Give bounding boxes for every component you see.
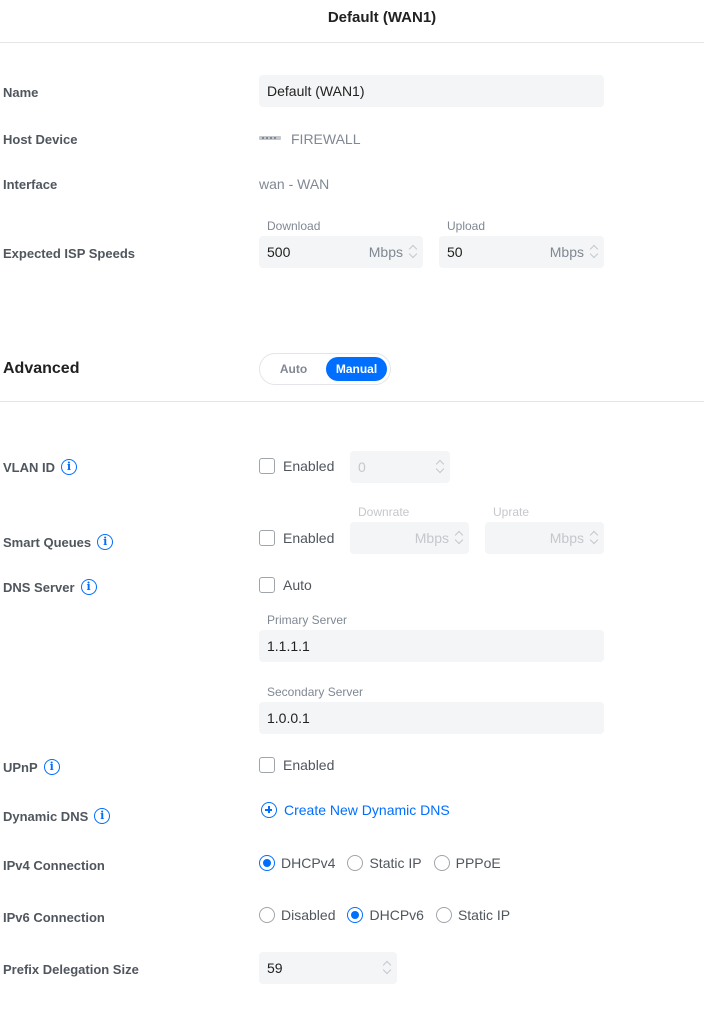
info-icon[interactable]: i xyxy=(61,459,77,475)
download-stepper[interactable] xyxy=(409,244,417,260)
uprate-stepper[interactable] xyxy=(590,530,598,546)
isp-speeds-label: Expected ISP Speeds xyxy=(3,246,135,261)
radio-button[interactable] xyxy=(259,855,275,871)
ipv4-option-static-ip[interactable]: Static IP xyxy=(347,855,422,871)
device-icon xyxy=(259,136,281,140)
upload-unit: Mbps xyxy=(549,244,584,260)
radio-button[interactable] xyxy=(259,907,275,923)
radio-label: DHCPv6 xyxy=(369,907,424,923)
prefix-delegation-label: Prefix Delegation Size xyxy=(3,962,139,977)
uprate-input[interactable]: Mbps xyxy=(485,522,604,554)
radio-button[interactable] xyxy=(433,855,450,871)
checkbox-box[interactable] xyxy=(259,530,275,546)
radio-label: PPPoE xyxy=(455,855,501,871)
host-device-label: Host Device xyxy=(3,132,78,147)
advanced-divider xyxy=(0,401,704,402)
upnp-label: UPnP i xyxy=(3,759,60,775)
checkbox-label: Enabled xyxy=(283,757,335,773)
interface-label: Interface xyxy=(3,177,58,192)
radio-button[interactable] xyxy=(347,907,364,923)
checkbox-box[interactable] xyxy=(259,757,275,773)
checkbox-label: Auto xyxy=(283,577,312,593)
ipv6-option-disabled[interactable]: Disabled xyxy=(259,907,335,923)
smart-queues-label-text: Smart Queues xyxy=(3,534,92,550)
header-divider xyxy=(0,42,704,43)
download-value: 500 xyxy=(267,244,291,260)
downrate-input[interactable]: Mbps xyxy=(350,522,469,554)
primary-server-input[interactable]: 1.1.1.1 xyxy=(259,630,604,662)
dns-server-label: DNS Server i xyxy=(3,579,97,595)
info-icon[interactable]: i xyxy=(94,808,111,824)
smart-queues-enabled-checkbox[interactable]: Enabled xyxy=(259,530,334,546)
ipv4-option-dhcpv4[interactable]: DHCPv4 xyxy=(259,855,335,871)
checkbox-label: Enabled xyxy=(283,530,335,546)
upload-label: Upload xyxy=(447,219,486,233)
ipv6-option-static-ip[interactable]: Static IP xyxy=(435,907,511,923)
plus-circle-icon xyxy=(261,802,277,818)
dns-server-label-text: DNS Server xyxy=(3,579,75,595)
downrate-unit: Mbps xyxy=(414,530,449,546)
vlan-id-input[interactable]: 0 xyxy=(350,451,450,483)
prefix-delegation-value: 59 xyxy=(267,960,283,976)
vlan-label-text: VLAN ID xyxy=(3,459,55,475)
upload-input[interactable]: 50 Mbps xyxy=(439,236,604,268)
dynamic-dns-label: Dynamic DNS i xyxy=(3,808,111,824)
ipv6-connection-label: IPv6 Connection xyxy=(3,910,105,925)
advanced-title: Advanced xyxy=(3,360,80,377)
download-unit: Mbps xyxy=(368,244,403,260)
radio-label: Disabled xyxy=(281,907,336,923)
info-icon[interactable]: i xyxy=(43,759,60,775)
radio-label: Static IP xyxy=(457,907,511,923)
host-device-value: FIREWALL xyxy=(259,131,361,147)
uprate-unit: Mbps xyxy=(549,530,584,546)
dynamic-dns-label-text: Dynamic DNS xyxy=(3,808,89,824)
upload-stepper[interactable] xyxy=(590,244,598,260)
checkbox-label: Enabled xyxy=(283,458,335,474)
primary-server-label: Primary Server xyxy=(267,613,348,627)
create-dynamic-dns-link[interactable]: Create New Dynamic DNS xyxy=(261,802,450,818)
radio-label: Static IP xyxy=(369,855,422,871)
checkbox-box[interactable] xyxy=(259,577,275,593)
advanced-mode-toggle[interactable]: Auto Manual xyxy=(259,353,391,385)
uprate-label: Uprate xyxy=(493,505,530,519)
host-device-name: FIREWALL xyxy=(291,131,361,147)
upload-value: 50 xyxy=(447,244,463,260)
interface-value: wan - WAN xyxy=(259,176,330,192)
radio-label: DHCPv4 xyxy=(281,855,336,871)
page-title: Default (WAN1) xyxy=(327,9,437,26)
download-input[interactable]: 500 Mbps xyxy=(259,236,423,268)
ipv6-radio-group: Disabled DHCPv6 Static IP xyxy=(259,907,522,923)
ipv4-connection-label: IPv4 Connection xyxy=(3,858,105,873)
ipv4-radio-group: DHCPv4 Static IP PPPoE xyxy=(259,855,513,871)
ipv4-option-pppoe[interactable]: PPPoE xyxy=(433,855,501,871)
create-dynamic-dns-label: Create New Dynamic DNS xyxy=(284,802,450,818)
downrate-label: Downrate xyxy=(358,505,410,519)
mode-manual-option[interactable]: Manual xyxy=(326,357,387,381)
vlan-enabled-checkbox[interactable]: Enabled xyxy=(259,458,334,474)
dns-auto-checkbox[interactable]: Auto xyxy=(259,577,312,593)
radio-button[interactable] xyxy=(435,907,452,923)
download-label: Download xyxy=(267,219,321,233)
info-icon[interactable]: i xyxy=(97,534,114,550)
mode-auto-option[interactable]: Auto xyxy=(263,357,324,381)
vlan-label: VLAN ID i xyxy=(3,459,77,475)
downrate-stepper[interactable] xyxy=(455,530,463,546)
prefix-stepper[interactable] xyxy=(383,960,391,976)
smart-queues-label: Smart Queues i xyxy=(3,534,114,550)
name-label: Name xyxy=(3,85,39,100)
info-icon[interactable]: i xyxy=(80,579,97,595)
upnp-enabled-checkbox[interactable]: Enabled xyxy=(259,757,334,773)
name-input[interactable]: Default (WAN1) xyxy=(259,75,604,107)
checkbox-box[interactable] xyxy=(259,458,275,474)
vlan-id-value: 0 xyxy=(358,459,366,475)
radio-button[interactable] xyxy=(347,855,364,871)
vlan-stepper[interactable] xyxy=(436,459,444,475)
prefix-delegation-input[interactable]: 59 xyxy=(259,952,397,984)
upnp-label-text: UPnP xyxy=(3,759,38,775)
ipv6-option-dhcpv6[interactable]: DHCPv6 xyxy=(347,907,424,923)
secondary-server-input[interactable]: 1.0.0.1 xyxy=(259,702,604,734)
secondary-server-label: Secondary Server xyxy=(267,685,364,699)
